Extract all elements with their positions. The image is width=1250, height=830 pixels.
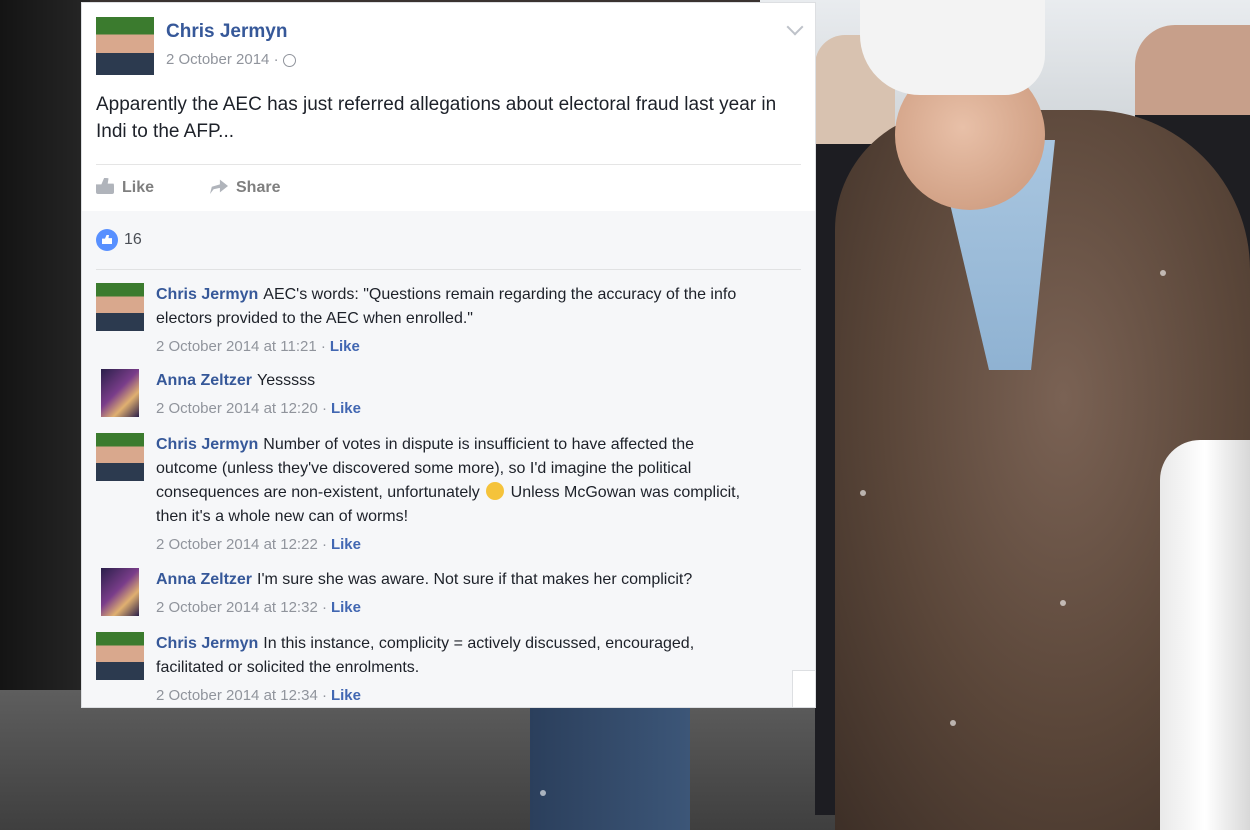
comment-text: Yesssss [257, 372, 316, 389]
reaction-count: 16 [124, 231, 142, 249]
comment-author[interactable]: Chris Jermyn [156, 635, 258, 652]
post-text: Apparently the AEC has just referred all… [96, 94, 777, 142]
comment-author[interactable]: Anna Zeltzer [156, 372, 252, 389]
facebook-post-card: Chris Jermyn 2 October 2014 · Apparently… [81, 2, 816, 708]
post-action-bar: Like Share [96, 164, 801, 211]
comments-area: 16 Chris Jermyn AEC's words: "Questions r… [82, 211, 815, 707]
avatar[interactable] [101, 568, 139, 616]
comment-time[interactable]: 2 October 2014 at 12:22 · [156, 536, 327, 553]
snow-flake [860, 490, 866, 496]
like-button[interactable]: Like [96, 178, 154, 197]
comment-meta: 2 October 2014 at 11:21 · Like [156, 335, 756, 359]
comment-meta: 2 October 2014 at 12:20 · Like [156, 397, 756, 421]
avatar[interactable] [96, 17, 154, 75]
comment-like-link[interactable]: Like [331, 599, 361, 616]
like-label: Like [122, 179, 155, 196]
avatar[interactable] [96, 632, 144, 680]
divider [96, 269, 801, 270]
comment-body: Anna Zeltzer I'm sure she was aware. Not … [156, 568, 756, 620]
chevron-down-icon[interactable] [786, 18, 804, 36]
avatar[interactable] [96, 283, 144, 331]
comment-meta: 2 October 2014 at 12:22 · Like [156, 533, 756, 557]
comment-time[interactable]: 2 October 2014 at 12:32 · [156, 599, 327, 616]
emoji-icon [486, 482, 505, 500]
comment-like-link[interactable]: Like [330, 338, 360, 355]
comment-time[interactable]: 2 October 2014 at 12:34 · [156, 687, 327, 704]
comment-time[interactable]: 2 October 2014 at 12:20 · [156, 400, 327, 417]
comment-like-link[interactable]: Like [331, 400, 361, 417]
photo-legs [530, 705, 690, 830]
thumb-icon [96, 178, 114, 194]
comment-meta: 2 October 2014 at 12:32 · Like [156, 596, 756, 620]
snow-flake [540, 790, 546, 796]
chat-tab-stub[interactable] [792, 670, 815, 707]
comment-author[interactable]: Anna Zeltzer [156, 571, 252, 588]
post-date-text[interactable]: 2 October 2014 · [166, 51, 279, 68]
post-date: 2 October 2014 · [166, 51, 296, 68]
comment-body: Chris Jermyn AEC's words: "Questions rema… [156, 283, 756, 359]
reaction-summary[interactable]: 16 [96, 229, 142, 255]
comment-author[interactable]: Chris Jermyn [156, 436, 258, 453]
comment-body: Chris Jermyn In this instance, complicity… [156, 632, 756, 707]
snow-flake [950, 720, 956, 726]
comment-meta: 2 October 2014 at 12:34 · Like [156, 684, 756, 707]
snow-flake [1160, 270, 1166, 276]
share-icon [210, 179, 228, 194]
comment-time[interactable]: 2 October 2014 at 11:21 · [156, 338, 326, 355]
like-bubble-icon [96, 229, 118, 251]
snow-flake [1060, 600, 1066, 606]
photo-barrier [1160, 440, 1250, 830]
globe-icon [282, 53, 296, 67]
comment-like-link[interactable]: Like [331, 536, 361, 553]
avatar[interactable] [101, 369, 139, 417]
comment-text: I'm sure she was aware. Not sure if that… [257, 571, 693, 588]
post-author[interactable]: Chris Jermyn [166, 21, 287, 43]
avatar[interactable] [96, 433, 144, 481]
photo-white-cap [860, 0, 1045, 95]
comment-body: Chris Jermyn Number of votes in dispute i… [156, 433, 756, 557]
share-button[interactable]: Share [210, 178, 280, 197]
share-label: Share [236, 179, 281, 196]
comment-author[interactable]: Chris Jermyn [156, 286, 258, 303]
comment-like-link[interactable]: Like [331, 687, 361, 704]
post-header: Chris Jermyn 2 October 2014 · [82, 3, 815, 81]
comment-body: Anna Zeltzer Yesssss 2 October 2014 at 12… [156, 369, 756, 421]
